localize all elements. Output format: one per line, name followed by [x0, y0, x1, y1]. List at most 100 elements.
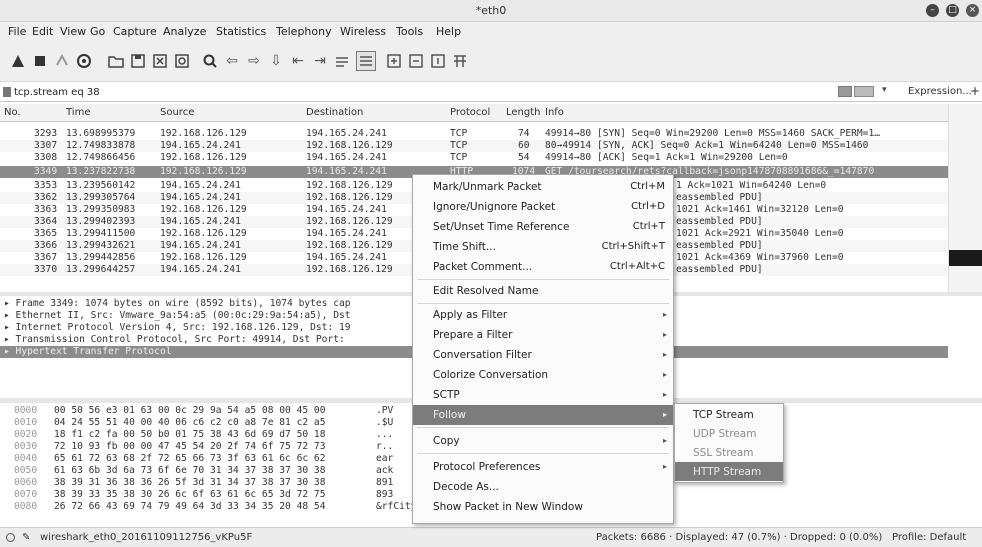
- cell-info: eassembled PDU]: [676, 264, 763, 275]
- menu-item-time-shift[interactable]: Time Shift... Ctrl+Shift+T: [413, 237, 673, 257]
- menu-help[interactable]: Help: [436, 25, 461, 38]
- display-filter-input[interactable]: [14, 85, 814, 99]
- menu-file[interactable]: File: [8, 25, 26, 38]
- cell-source: 192.168.126.129: [160, 166, 247, 177]
- bytes-offset: 0060: [14, 477, 38, 488]
- menu-item-mark-packet[interactable]: Mark/Unmark Packet Ctrl+M: [413, 177, 673, 197]
- scroll-marker: [949, 250, 982, 266]
- cell-no: 3363: [34, 204, 58, 215]
- cell-protocol: TCP: [450, 152, 468, 163]
- menu-statistics[interactable]: Statistics: [216, 25, 266, 38]
- close-file-icon[interactable]: [150, 51, 170, 71]
- save-file-icon[interactable]: [128, 51, 148, 71]
- cell-time: 13.299644257: [66, 264, 136, 275]
- menu-item-shortcut: Ctrl+Alt+C: [609, 261, 665, 272]
- profile-label[interactable]: Profile: Default: [892, 532, 966, 543]
- cell-destination: 194.165.24.241: [306, 166, 387, 177]
- maximize-icon[interactable]: □: [946, 4, 959, 17]
- column-info[interactable]: Info: [545, 107, 564, 118]
- submenu-item-http-stream[interactable]: HTTP Stream: [675, 462, 783, 481]
- menu-go[interactable]: Go: [90, 25, 105, 38]
- menu-item-sctp[interactable]: SCTP ▸: [413, 385, 673, 405]
- cell-destination: 194.165.24.241: [306, 152, 387, 163]
- menu-item-prepare-filter[interactable]: Prepare a Filter ▸: [413, 325, 673, 345]
- submenu-item-ssl-stream[interactable]: SSL Stream: [675, 443, 783, 462]
- menu-telephony[interactable]: Telephony: [276, 25, 332, 38]
- column-length[interactable]: Length: [506, 107, 541, 118]
- close-icon[interactable]: ×: [966, 4, 979, 17]
- table-row[interactable]: 3308 12.749866456 192.168.126.129 194.165.2…: [0, 152, 948, 164]
- menu-item-follow[interactable]: Follow ▸: [413, 405, 673, 425]
- reload-icon[interactable]: [172, 51, 192, 71]
- detail-tcp[interactable]: ▸ Transmission Control Protocol, Src Por…: [4, 334, 345, 346]
- detail-ip[interactable]: ▸ Internet Protocol Version 4, Src: 192.…: [4, 322, 351, 334]
- minimize-icon[interactable]: –: [926, 4, 939, 17]
- detail-frame[interactable]: ▸ Frame 3349: 1074 bytes on wire (8592 b…: [4, 298, 351, 310]
- add-filter-button[interactable]: +: [970, 84, 980, 98]
- bytes-ascii: ack: [376, 465, 394, 476]
- menu-capture[interactable]: Capture: [113, 25, 157, 38]
- column-protocol[interactable]: Protocol: [450, 107, 490, 118]
- cell-destination: 192.168.126.129: [306, 240, 393, 251]
- menu-tools[interactable]: Tools: [396, 25, 423, 38]
- display-filter-bar: ▾ Expression... +: [0, 82, 982, 102]
- menu-edit[interactable]: Edit: [32, 25, 53, 38]
- first-icon[interactable]: ⇤: [288, 51, 308, 71]
- menu-item-ignore-packet[interactable]: Ignore/Unignore Packet Ctrl+D: [413, 197, 673, 217]
- submenu-item-udp-stream[interactable]: UDP Stream: [675, 424, 783, 443]
- menu-item-time-reference[interactable]: Set/Unset Time Reference Ctrl+T: [413, 217, 673, 237]
- cell-destination: 192.168.126.129: [306, 192, 393, 203]
- shark-fin-start-icon[interactable]: [8, 51, 28, 71]
- stop-icon[interactable]: [30, 51, 50, 71]
- expression-button[interactable]: Expression...: [908, 86, 972, 97]
- bytes-ascii: ear: [376, 453, 394, 464]
- column-destination[interactable]: Destination: [306, 107, 363, 118]
- last-icon[interactable]: ⇥: [310, 51, 330, 71]
- bytes-offset: 0070: [14, 489, 38, 500]
- resize-columns-icon[interactable]: [450, 51, 470, 71]
- column-no[interactable]: No.: [4, 107, 21, 118]
- menu-analyze[interactable]: Analyze: [163, 25, 206, 38]
- bytes-offset: 0080: [14, 501, 38, 512]
- menu-item-apply-as-filter[interactable]: Apply as Filter ▸: [413, 305, 673, 325]
- menu-item-copy[interactable]: Copy ▸: [413, 431, 673, 451]
- menu-item-decode-as[interactable]: Decode As...: [413, 477, 673, 497]
- restart-icon[interactable]: [52, 51, 72, 71]
- column-time[interactable]: Time: [66, 107, 90, 118]
- zoom-in-icon[interactable]: [384, 51, 404, 71]
- menu-item-colorize-conversation[interactable]: Colorize Conversation ▸: [413, 365, 673, 385]
- menu-item-label: Packet Comment...: [433, 261, 533, 273]
- clear-filter-icon[interactable]: [838, 86, 852, 97]
- menu-item-conversation-filter[interactable]: Conversation Filter ▸: [413, 345, 673, 365]
- menu-view[interactable]: View: [60, 25, 86, 38]
- bytes-ascii: 893: [376, 489, 394, 500]
- open-file-icon[interactable]: [106, 51, 126, 71]
- bookmark-icon[interactable]: [3, 87, 11, 97]
- forward-icon[interactable]: ⇨: [244, 51, 264, 71]
- normal-size-icon[interactable]: [428, 51, 448, 71]
- autoscroll-icon[interactable]: [332, 51, 352, 71]
- menu-item-edit-resolved-name[interactable]: Edit Resolved Name: [413, 281, 673, 301]
- detail-ethernet[interactable]: ▸ Ethernet II, Src: Vmware_9a:54:a5 (00:…: [4, 310, 351, 322]
- packet-list-scrollbar[interactable]: [948, 104, 982, 292]
- menu-item-protocol-preferences[interactable]: Protocol Preferences ▸: [413, 457, 673, 477]
- chevron-down-icon[interactable]: ▾: [882, 85, 887, 95]
- edit-comment-icon[interactable]: ✎: [22, 532, 30, 543]
- table-row[interactable]: 3307 12.749833878 194.165.24.241 192.168.12…: [0, 140, 948, 152]
- menu-item-show-packet-new-window[interactable]: Show Packet in New Window: [413, 497, 673, 517]
- zoom-out-icon[interactable]: [406, 51, 426, 71]
- colorize-icon[interactable]: [356, 51, 376, 71]
- submenu-item-tcp-stream[interactable]: TCP Stream: [675, 405, 783, 424]
- cell-time: 13.698995379: [66, 128, 136, 139]
- find-icon[interactable]: [200, 51, 220, 71]
- back-icon[interactable]: ⇦: [222, 51, 242, 71]
- column-source[interactable]: Source: [160, 107, 194, 118]
- menu-item-packet-comment[interactable]: Packet Comment... Ctrl+Alt+C: [413, 257, 673, 277]
- menu-wireless[interactable]: Wireless: [340, 25, 386, 38]
- table-row[interactable]: 3293 13.698995379 192.168.126.129 194.165.2…: [0, 128, 948, 140]
- goto-icon[interactable]: ⇩: [266, 51, 286, 71]
- apply-filter-icon[interactable]: [854, 86, 874, 97]
- expert-info-icon[interactable]: [6, 533, 15, 542]
- options-gear-icon[interactable]: [74, 51, 94, 71]
- menu-item-label: Prepare a Filter: [433, 329, 513, 341]
